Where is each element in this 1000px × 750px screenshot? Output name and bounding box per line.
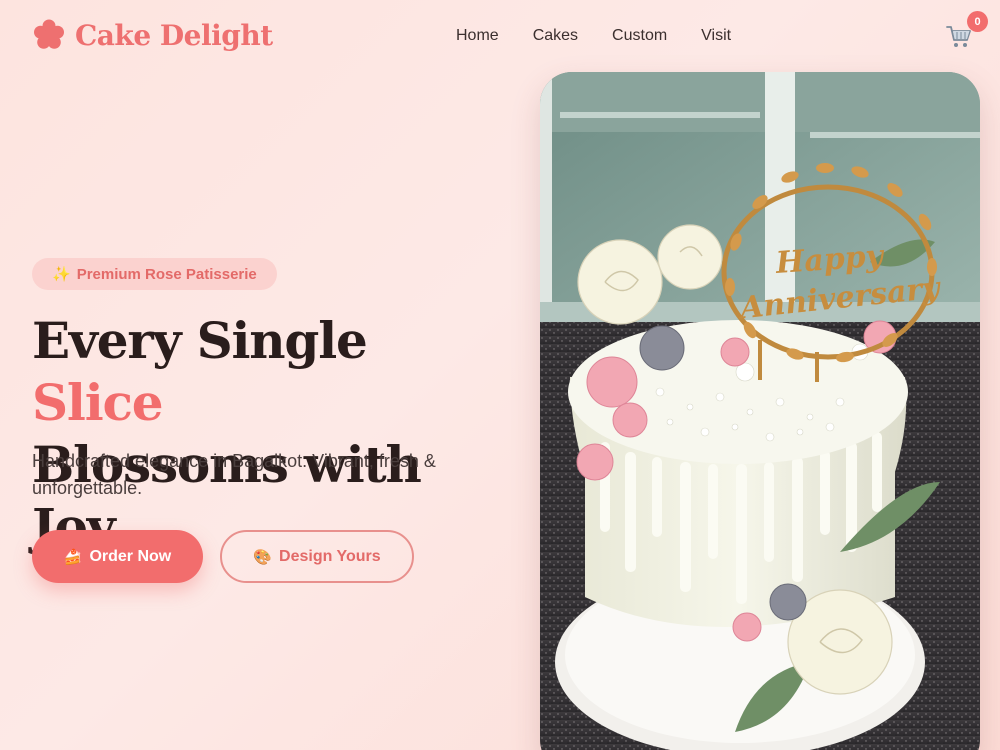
nav-home[interactable]: Home — [456, 27, 499, 45]
sparkles-icon: ✨ — [52, 266, 71, 283]
brand-logo[interactable]: Cake Delight — [32, 18, 273, 52]
brand-name: Cake Delight — [75, 18, 273, 52]
nav-cakes[interactable]: Cakes — [533, 27, 578, 45]
headline-accent: Slice — [32, 373, 164, 432]
nav-visit[interactable]: Visit — [701, 27, 731, 45]
cake-icon: 🍰 — [63, 548, 83, 566]
cart-button[interactable] — [946, 24, 972, 50]
headline-part1: Every Single — [32, 311, 368, 370]
order-now-button[interactable]: 🍰 Order Now — [32, 530, 203, 583]
order-now-label: Order Now — [89, 547, 172, 565]
hero-cake-image: Happy Anniversary — [540, 72, 980, 750]
hero-headline: Every Single Slice Blossoms with Joy — [32, 310, 512, 558]
cart-count-badge: 0 — [967, 11, 988, 32]
main-menu: Home Cakes Custom Visit — [456, 27, 731, 45]
anniversary-cake-illustration: Happy Anniversary — [540, 72, 980, 750]
design-yours-button[interactable]: 🎨 Design Yours — [220, 530, 414, 583]
cart-icon — [946, 26, 971, 47]
hero-tag-text: Premium Rose Patisserie — [76, 265, 257, 283]
design-yours-label: Design Yours — [279, 547, 381, 565]
hero-tag: ✨ Premium Rose Patisserie — [32, 258, 277, 290]
top-navigation: Cake Delight Home Cakes Custom Visit 0 — [0, 0, 1000, 72]
palette-icon: 🎨 — [253, 548, 273, 566]
flower-icon — [34, 19, 64, 49]
nav-custom[interactable]: Custom — [612, 27, 667, 45]
hero-subtext: Handcrafted elegance in Bagalkot. Vibran… — [32, 451, 436, 498]
